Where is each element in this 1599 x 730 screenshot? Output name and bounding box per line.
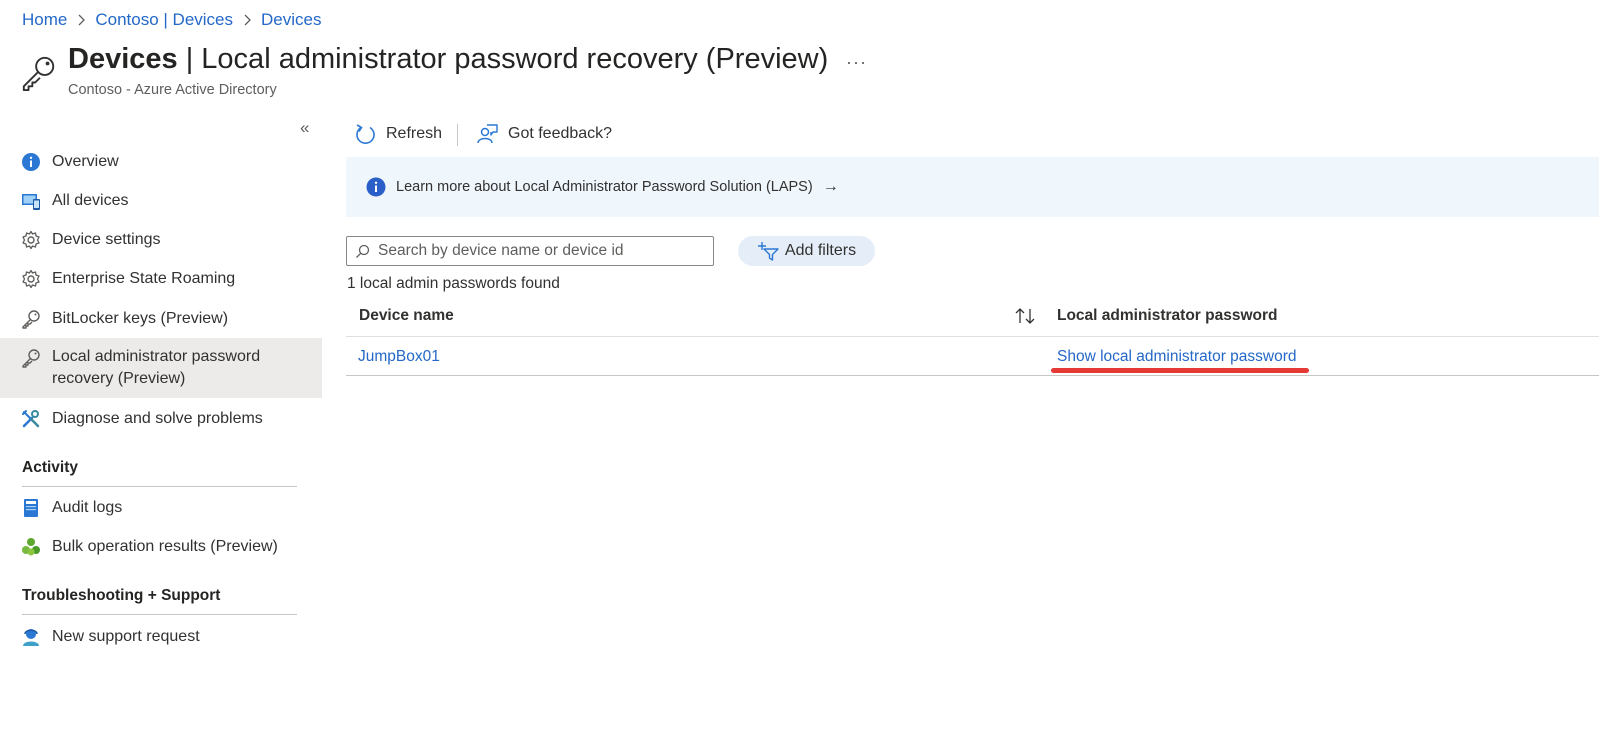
highlight-underline — [1051, 368, 1309, 373]
breadcrumb-home[interactable]: Home — [22, 10, 67, 30]
sidebar-item-bulk-operation-results[interactable]: Bulk operation results (Preview) — [0, 536, 322, 558]
sidebar-item-label: Bulk operation results (Preview) — [52, 538, 278, 555]
support-icon — [21, 627, 41, 647]
sidebar-item-label: All devices — [52, 192, 129, 209]
sidebar-item-laps[interactable]: Local administrator password recovery (P… — [0, 338, 322, 398]
sidebar-item-new-support-request[interactable]: New support request — [0, 626, 322, 648]
feedback-icon — [477, 124, 498, 144]
add-filters-label: Add filters — [784, 242, 857, 259]
page-title-rest: | Local administrator password recovery … — [177, 43, 829, 75]
sidebar-item-label: Diagnose and solve problems — [52, 410, 263, 427]
sidebar-item-all-devices[interactable]: All devices — [0, 190, 322, 212]
sidebar-item-device-settings[interactable]: Device settings — [0, 229, 322, 251]
more-options-button[interactable]: ··· — [846, 52, 867, 73]
search-box — [346, 236, 714, 266]
search-input[interactable] — [376, 241, 700, 261]
breadcrumb: Home Contoso | Devices Devices — [22, 10, 321, 30]
table-header-divider — [346, 336, 1599, 337]
bulk-icon — [21, 537, 41, 557]
section-heading-troubleshooting: Troubleshooting + Support — [22, 587, 221, 604]
key-icon — [21, 309, 41, 329]
sort-icon[interactable] — [1014, 307, 1036, 325]
page-subtitle: Contoso - Azure Active Directory — [68, 82, 277, 98]
add-filters-button[interactable]: Add filters — [738, 236, 875, 266]
section-divider — [22, 614, 297, 615]
sidebar-item-diagnose[interactable]: Diagnose and solve problems — [0, 408, 322, 430]
sidebar-item-label: Local administrator password recovery (P… — [52, 346, 260, 390]
sidebar-item-enterprise-state-roaming[interactable]: Enterprise State Roaming — [0, 268, 322, 290]
key-icon — [22, 56, 55, 92]
refresh-label: Refresh — [386, 125, 443, 142]
column-header-device-name[interactable]: Device name — [359, 307, 454, 325]
devices-icon — [21, 191, 41, 211]
info-icon — [366, 177, 386, 197]
table-row-divider — [346, 375, 1599, 376]
section-heading-activity: Activity — [22, 459, 78, 476]
sidebar-item-overview[interactable]: Overview — [0, 151, 322, 173]
sidebar-item-label-line1: Local administrator password — [52, 348, 261, 365]
sidebar-item-label: New support request — [52, 628, 200, 645]
sidebar-item-label: Audit logs — [52, 499, 123, 516]
sidebar-item-label: BitLocker keys (Preview) — [52, 310, 229, 327]
sidebar-item-label: Enterprise State Roaming — [52, 270, 236, 287]
laps-learn-more-link[interactable]: Learn more about Local Administrator Pas… — [396, 179, 813, 195]
toolbar-divider — [457, 124, 458, 146]
section-divider — [22, 486, 297, 487]
breadcrumb-devices[interactable]: Devices — [261, 10, 321, 30]
feedback-label: Got feedback? — [508, 125, 613, 142]
chevron-right-icon — [244, 14, 251, 26]
chevron-right-icon — [78, 14, 86, 26]
gear-icon — [21, 230, 41, 250]
info-icon — [21, 152, 41, 172]
collapse-sidebar-button[interactable]: « — [300, 118, 309, 138]
breadcrumb-contoso-devices[interactable]: Contoso | Devices — [95, 10, 233, 30]
page-title: Devices | Local administrator password r… — [68, 43, 828, 76]
arrow-right-icon: → — [822, 178, 839, 195]
log-icon — [21, 498, 41, 518]
info-banner: Learn more about Local Administrator Pas… — [346, 157, 1599, 217]
key-icon — [21, 348, 41, 368]
refresh-icon — [356, 124, 375, 144]
sidebar-item-label: Overview — [52, 153, 119, 170]
wrench-icon — [21, 409, 41, 429]
results-count: 1 local admin passwords found — [347, 275, 560, 292]
sidebar-item-audit-logs[interactable]: Audit logs — [0, 497, 322, 519]
refresh-button[interactable]: Refresh — [355, 123, 442, 145]
page-title-bold: Devices — [68, 43, 178, 75]
show-password-link[interactable]: Show local administrator password — [1057, 348, 1297, 366]
sidebar-item-label-line2: recovery (Preview) — [52, 370, 186, 387]
device-name-link[interactable]: JumpBox01 — [358, 348, 440, 366]
column-header-local-admin-password[interactable]: Local administrator password — [1057, 307, 1278, 325]
add-filter-icon — [757, 242, 779, 261]
gear-icon — [21, 269, 41, 289]
sidebar-item-label: Device settings — [52, 231, 161, 248]
sidebar-item-bitlocker-keys[interactable]: BitLocker keys (Preview) — [0, 308, 322, 330]
search-icon — [356, 244, 370, 258]
feedback-button[interactable]: Got feedback? — [477, 123, 612, 145]
